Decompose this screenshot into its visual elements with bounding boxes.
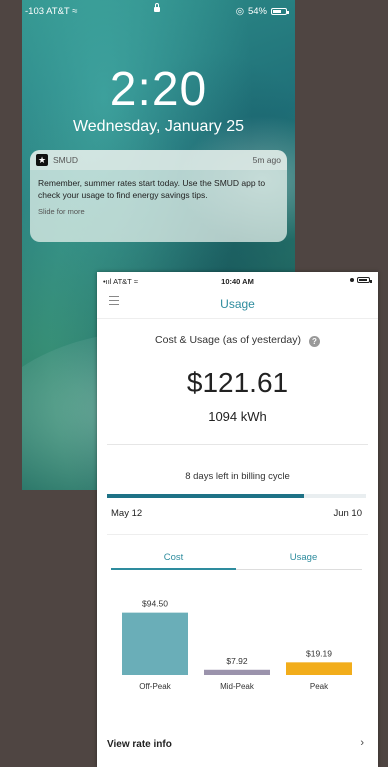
bar-value-label: $7.92: [226, 656, 248, 666]
notification-time: 5m ago: [252, 155, 281, 165]
billing-progress-bar: [107, 494, 366, 498]
kwh-usage: 1094 kWh: [208, 409, 267, 424]
bar-off-peak: [122, 612, 188, 675]
cost-bar-chart: $94.50 Off-Peak $7.92 Mid-Peak $19.19 Peak: [122, 599, 352, 691]
category-label: Peak: [310, 682, 329, 691]
bar-value-label: $94.50: [142, 599, 168, 609]
divider: [107, 534, 368, 535]
category-label: Off-Peak: [139, 682, 171, 691]
cycle-start-date: May 12: [111, 508, 143, 519]
lock-date: Wednesday, January 25: [72, 118, 245, 135]
lock-time: 2:20: [109, 63, 208, 116]
battery-icon: [357, 277, 372, 283]
tab-cost[interactable]: Cost: [111, 552, 236, 563]
carrier-label: -103 AT&T ≈: [25, 6, 78, 17]
cost-amount: $121.61: [186, 367, 289, 398]
notification-app: SMUD: [53, 155, 79, 165]
bar-value-label: $19.19: [306, 648, 332, 658]
battery-percent: 54%: [247, 6, 267, 17]
tab-usage[interactable]: Usage: [241, 552, 366, 563]
nav-bar: Usage: [97, 288, 378, 319]
cycle-end-date: Jun 10: [333, 508, 362, 519]
view-rate-info-link[interactable]: View rate info: [107, 739, 172, 750]
location-icon: [350, 278, 354, 282]
chevron-right-icon[interactable]: ›: [360, 737, 364, 749]
notification-slide-hint: Slide for more: [38, 207, 85, 216]
notification-card[interactable]: ★ SMUD 5m ago Remember, summer rates sta…: [30, 150, 287, 242]
category-label: Mid-Peak: [220, 682, 255, 691]
cost-usage-text: Cost & Usage (as of yesterday): [155, 334, 301, 346]
lock-status-bar: -103 AT&T ≈ ◎ 54%: [22, 3, 295, 20]
bar-mid-peak: [204, 669, 270, 675]
usage-app-screen: •ııl AT&T ≈ 10:40 AM Usage Cost & Usage …: [97, 272, 378, 767]
cost-usage-label: Cost & Usage (as of yesterday)?: [97, 334, 378, 347]
smud-app-icon: ★: [36, 154, 48, 166]
billing-days-left: 8 days left in billing cycle: [185, 471, 290, 482]
tab-underline: [236, 569, 362, 570]
lock-icon: [154, 3, 160, 12]
status-time: 10:40 AM: [221, 277, 254, 286]
notification-header: ★ SMUD 5m ago: [30, 150, 287, 170]
status-icons: [350, 277, 372, 283]
battery-icon: [271, 8, 289, 15]
help-icon[interactable]: ?: [308, 336, 320, 347]
page-title: Usage: [220, 297, 255, 311]
status-right: ◎ 54%: [235, 6, 289, 17]
notification-body: Remember, summer rates start today. Use …: [38, 178, 266, 200]
alarm-icon: ◎: [235, 6, 244, 17]
bar-peak: [286, 662, 352, 675]
divider: [107, 444, 368, 445]
tab-indicator: [111, 568, 236, 570]
billing-progress-fill: [107, 494, 304, 498]
app-status-bar: •ııl AT&T ≈ 10:40 AM: [97, 272, 378, 288]
